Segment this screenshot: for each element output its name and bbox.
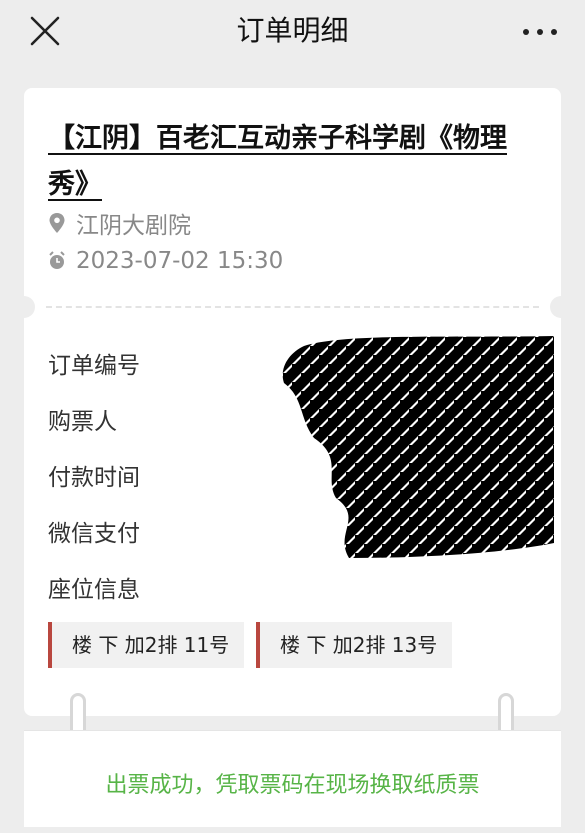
ticket-status-message: 出票成功，凭取票码在现场换取纸质票	[105, 773, 480, 798]
payment-time-label: 付款时间	[48, 465, 140, 491]
seat-info-label: 座位信息	[48, 577, 140, 603]
buyer-label: 购票人	[48, 409, 117, 435]
dashed-divider	[46, 306, 539, 308]
order-detail-card: 【江阴】百老汇互动亲子科学剧《物理秀》 江阴大剧院 2023-07-02 15:…	[13, 88, 572, 747]
order-number-label: 订单编号	[48, 353, 140, 379]
venue-row: 江阴大剧院	[48, 206, 191, 240]
payment-method-label: 微信支付	[48, 521, 140, 547]
redacted-values-mask	[274, 328, 559, 563]
location-pin-icon	[48, 212, 66, 234]
top-navigation-bar: 订单明细	[0, 0, 585, 62]
seat-tag: 楼 下 加2排 13号	[256, 622, 452, 668]
page-title: 订单明细	[236, 14, 349, 47]
ticket-notch-left	[13, 296, 35, 318]
more-horizontal-icon[interactable]	[523, 28, 557, 36]
seat-tag: 楼 下 加2排 11号	[48, 622, 244, 668]
ticket-notch-right	[550, 296, 572, 318]
alarm-clock-icon	[48, 250, 66, 272]
event-title-link[interactable]: 【江阴】百老汇互动亲子科学剧《物理秀》	[48, 116, 508, 208]
ticket-status-card: 出票成功，凭取票码在现场换取纸质票	[24, 730, 561, 827]
datetime-row: 2023-07-02 15:30	[48, 248, 283, 274]
venue-name: 江阴大剧院	[76, 213, 191, 239]
event-datetime: 2023-07-02 15:30	[76, 248, 284, 274]
